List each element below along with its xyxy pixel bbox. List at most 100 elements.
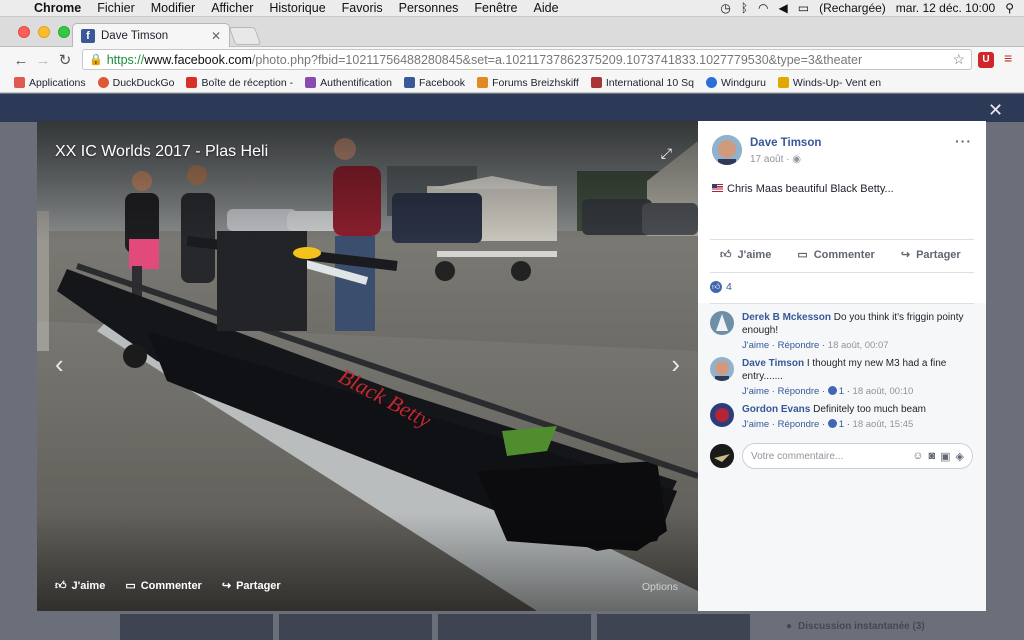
close-window-button[interactable] (18, 26, 30, 38)
bluetooth-icon[interactable]: ᛒ (741, 1, 748, 15)
comment-reply-link[interactable]: Répondre (778, 386, 820, 397)
bookmark-winds-up[interactable]: Winds-Up- Vent en (777, 77, 881, 89)
comment-reply-link[interactable]: Répondre (778, 419, 820, 430)
menu-historique[interactable]: Historique (261, 1, 333, 15)
bookmark-international-10sq[interactable]: International 10 Sq (590, 77, 694, 89)
like-count: 4 (726, 281, 732, 293)
menu-modifier[interactable]: Modifier (143, 1, 203, 15)
photo-options-link[interactable]: Options (642, 581, 678, 593)
menu-personnes[interactable]: Personnes (391, 1, 467, 15)
comment-author[interactable]: Dave Timson (742, 358, 804, 369)
bookmark-authentification[interactable]: Authentification (305, 77, 392, 89)
divider (710, 303, 974, 304)
gif-icon[interactable]: ▣ (940, 450, 950, 463)
emoji-icon[interactable]: ☺ (912, 450, 923, 463)
commenter-avatar[interactable] (710, 357, 734, 381)
commenter-avatar[interactable] (710, 403, 734, 427)
menu-fenetre[interactable]: Fenêtre (466, 1, 525, 15)
next-photo-icon[interactable]: › (671, 349, 680, 380)
address-bar[interactable]: 🔒 https:// www.facebook.com /photo.php?f… (82, 49, 972, 70)
bookmark-star-icon[interactable]: ☆ (952, 51, 965, 68)
post-comment-button[interactable]: ▭ Commenter (797, 248, 875, 262)
thumbs-up-icon: 👍︎ (720, 249, 732, 261)
comment-author[interactable]: Derek B Mckesson (742, 312, 831, 323)
photo-actions: 👍︎ J'aime ▭ Commenter ↪ Partager (55, 579, 281, 593)
menu-favoris[interactable]: Favoris (334, 1, 391, 15)
bookmark-windguru[interactable]: Windguru (705, 77, 766, 89)
post-like-button[interactable]: 👍︎ J'aime (720, 248, 771, 262)
comment-time[interactable]: 18 août, 00:10 (853, 386, 914, 397)
more-options-icon[interactable]: ··· (955, 133, 972, 149)
bookmark-applications[interactable]: Applications (14, 77, 86, 89)
back-icon[interactable]: ← (10, 52, 32, 69)
chat-bar[interactable]: ● Discussion instantanée (3) (786, 621, 925, 632)
like-reaction-icon (827, 386, 837, 395)
menu-afficher[interactable]: Afficher (203, 1, 261, 15)
volume-icon[interactable]: ◀ (779, 1, 788, 15)
comment-time[interactable]: 18 août, 00:07 (828, 340, 889, 351)
comment-like-count[interactable]: 1 (839, 386, 844, 397)
menu-fichier[interactable]: Fichier (89, 1, 143, 15)
reload-icon[interactable]: ↻ (54, 51, 76, 69)
photo-viewer[interactable]: Black Betty XX IC Worlds 2017 - Plas Hel… (37, 121, 698, 611)
comment-time[interactable]: 18 août, 15:45 (853, 419, 914, 430)
tab-active[interactable]: f Dave Timson ✕ (72, 23, 230, 47)
comment-like-link[interactable]: J'aime (742, 386, 769, 397)
window-controls (18, 26, 70, 38)
photo-album-title: XX IC Worlds 2017 - Plas Heli (55, 143, 269, 160)
menu-icon[interactable]: ≡ (1004, 50, 1012, 66)
apps-grid-icon (14, 77, 25, 88)
post-caption: Chris Maas beautiful Black Betty... (712, 183, 894, 195)
battery-icon[interactable]: ▭ (798, 1, 809, 15)
spotlight-icon[interactable]: ⚲ (1005, 1, 1014, 15)
extension-icon[interactable]: U (978, 52, 994, 68)
wifi-icon[interactable]: ◠ (758, 1, 768, 15)
post-date[interactable]: 17 août · ◉ (750, 154, 801, 165)
boat-photo: Black Betty (37, 121, 698, 611)
bookmarks-bar: Applications DuckDuckGo Boîte de récepti… (0, 73, 1024, 93)
photo-share-button[interactable]: ↪ Partager (222, 579, 281, 593)
previous-photo-icon[interactable]: ‹ (55, 349, 64, 380)
comment-reply-link[interactable]: Répondre (778, 340, 820, 351)
fullscreen-icon[interactable]: ⤢ (661, 145, 672, 162)
comment-author[interactable]: Gordon Evans (742, 404, 810, 415)
close-viewer-icon[interactable]: ✕ (988, 100, 1003, 121)
comments-section: Derek B Mckesson Do you think it's frigg… (698, 303, 986, 611)
time-machine-icon[interactable]: ◷ (720, 1, 730, 15)
current-user-avatar[interactable] (710, 444, 734, 468)
new-tab-button[interactable] (228, 27, 262, 45)
menu-aide[interactable]: Aide (526, 1, 567, 15)
photo-like-button[interactable]: 👍︎ J'aime (55, 579, 105, 593)
like-reaction-icon: 👍︎ (710, 281, 722, 293)
reactions-summary[interactable]: 👍︎ 4 (710, 281, 732, 293)
commenter-avatar[interactable] (710, 311, 734, 335)
comment-like-count[interactable]: 1 (839, 419, 844, 430)
clock[interactable]: mar. 12 déc. 10:00 (896, 1, 995, 15)
minimize-window-button[interactable] (38, 26, 50, 38)
divider (710, 272, 974, 273)
comment-like-link[interactable]: J'aime (742, 419, 769, 430)
poster-name[interactable]: Dave Timson (750, 137, 821, 149)
comment-like-link[interactable]: J'aime (742, 340, 769, 351)
battery-status[interactable]: (Rechargée) (819, 1, 886, 15)
forward-icon[interactable]: → (32, 52, 54, 69)
close-tab-icon[interactable]: ✕ (211, 29, 221, 43)
tab-title: Dave Timson (101, 29, 169, 42)
lock-icon: 🔒 (89, 54, 103, 66)
menu-app-name[interactable]: Chrome (30, 1, 89, 15)
photo-comment-button[interactable]: ▭ Commenter (125, 579, 202, 593)
zoom-window-button[interactable] (58, 26, 70, 38)
poster-avatar[interactable] (712, 135, 742, 165)
comment-input[interactable]: Votre commentaire... ☺ ◙ ▣ ◈ (742, 443, 973, 469)
facebook-header-dimmed (0, 94, 1024, 122)
bookmark-duckduckgo[interactable]: DuckDuckGo (97, 77, 174, 89)
bookmark-breizhskiff[interactable]: Forums Breizhskiff (477, 77, 579, 89)
sticker-icon[interactable]: ◈ (956, 450, 964, 463)
bookmark-facebook[interactable]: Facebook (403, 77, 465, 89)
post-share-button[interactable]: ↪ Partager (901, 248, 961, 262)
auth-icon (305, 77, 317, 88)
camera-icon[interactable]: ◙ (928, 450, 935, 463)
duckduckgo-icon (97, 77, 109, 88)
url-scheme: https:// (106, 52, 145, 67)
bookmark-gmail[interactable]: Boîte de réception - (186, 77, 293, 89)
